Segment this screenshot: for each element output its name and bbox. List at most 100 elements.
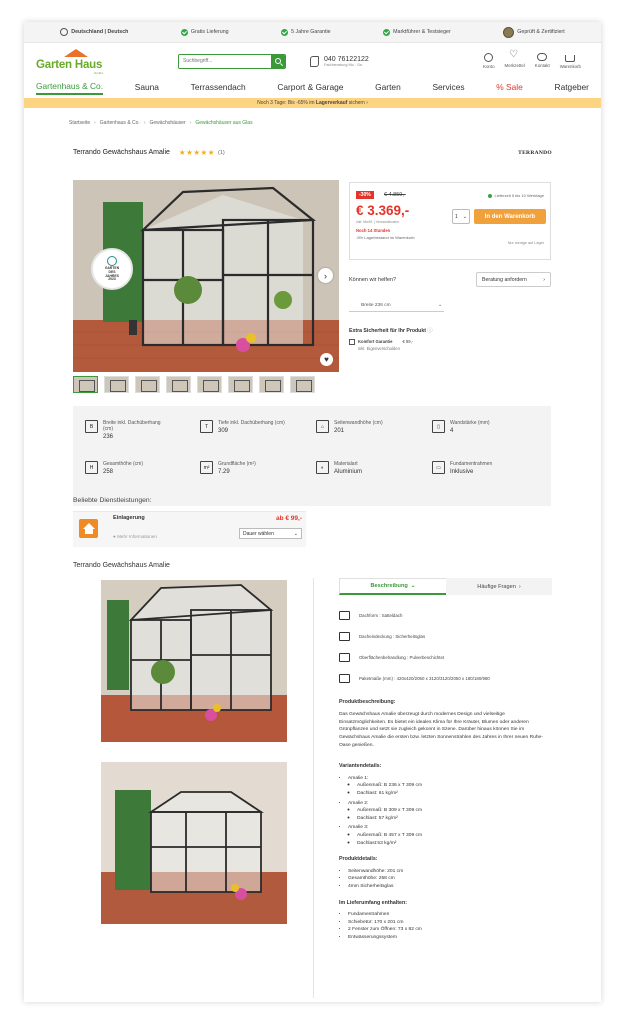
nav-ratgeber[interactable]: Ratgeber [555,82,589,94]
thumbnail[interactable] [135,376,160,393]
feature-row: Paketmaße (mm) : 420x420/2050 x 3120/312… [339,674,490,683]
nav-sale[interactable]: % Sale [496,82,523,94]
greenhouse-photo [101,762,287,924]
search-button[interactable] [271,54,285,68]
account-link[interactable]: Konto [483,53,495,69]
tab-beschreibung[interactable]: Beschreibung ⌄ [339,578,446,595]
nav-sauna[interactable]: Sauna [135,82,159,94]
content-tabs: Beschreibung ⌄ Häufige Fragen › [339,578,552,595]
status-dot-icon [488,193,493,198]
warranty-option[interactable]: Komfort Garantie € 99,- inkl. Eigenversch… [349,339,551,351]
phone-icon [310,55,319,67]
product-image-front[interactable] [101,580,287,742]
thumbnail[interactable] [73,376,98,393]
variant-select[interactable]: Breite 236 cm ⌄ [349,301,444,312]
service-name: Einlagerung [113,515,145,521]
feature-row: Dacheindeckung : Sicherheitsglas [339,632,425,641]
column-divider [313,578,314,998]
contact-link[interactable]: Kontakt [535,53,550,69]
section-title: Terrando Gewächshaus Amalie [73,562,170,569]
check-icon [180,28,188,36]
tab-faq[interactable]: Häufige Fragen › [446,578,552,595]
site-logo[interactable]: Garten Haus GmbH [36,46,112,76]
price-box: -30% € 4.859,- € 3.369,- inkl. MwSt. | V… [349,182,551,260]
check-icon [383,28,391,36]
language-selector[interactable]: Deutschland | Deutsch [60,28,128,36]
storage-house-icon [79,519,98,538]
service-card: Einlagerung ab € 99,- ● Mehr Information… [73,511,306,547]
spec-item: m² Grundfläche (m²) 7.29 [200,461,256,475]
area-icon: m² [200,461,213,474]
duration-select[interactable]: Dauer wählen ⌄ [239,528,302,539]
nav-services[interactable]: Services [432,82,464,94]
stock-note: Nur wenige auf Lager [507,241,544,245]
usp-item: Gratis Lieferung [180,28,229,36]
favorite-button[interactable]: ♥ [320,353,333,366]
material-icon: ◐ [316,461,329,474]
breadcrumb-link[interactable]: Startseite [69,120,90,126]
thumbnail[interactable] [104,376,129,393]
chevron-right-icon: › [543,276,545,283]
thumbnail[interactable] [228,376,253,393]
thumbnail[interactable] [290,376,315,393]
nav-gartenhaus[interactable]: Gartenhaus & Co. [36,81,104,95]
breadcrumb-link[interactable]: Gewächshäuser [150,120,186,126]
surface-icon [339,653,350,662]
thumbnail-strip [73,376,339,393]
nav-carport[interactable]: Carport & Garage [277,82,343,94]
quantity-select[interactable]: 1 ⌄ [452,209,470,224]
site-header: Garten Haus GmbH 040 76122122 Fachberatu… [24,43,601,79]
more-info-link[interactable]: ● Mehr Informationen [113,534,157,539]
spec-grid: B Breite inkl. Dachüberhang (cm) 236 T Tief… [73,406,551,506]
wishlist-link[interactable]: Merkzettel [505,49,525,69]
info-icon[interactable]: ⓘ [427,328,432,334]
rating-stars[interactable]: ★★★★★ [179,148,215,157]
promo-banner[interactable]: Noch 3 Tage: Bis -65% im Lagerverkauf si… [24,98,601,108]
top-info-bar: Deutschland | Deutsch Gratis Lieferung 5… [24,22,601,43]
product-title-row: Terrando Gewächshaus Amalie ★★★★★ (1) TE… [24,148,601,157]
breadcrumb: Startseite › Gartenhaus & Co. › Gewächshäu… [69,120,253,126]
product-page: Deutschland | Deutsch Gratis Lieferung 5… [24,22,601,1002]
gallery-next-button[interactable]: › [318,268,333,283]
cart-link[interactable]: Warenkorb [560,53,581,69]
total-height-icon: H [85,461,98,474]
chevron-down-icon: ⌄ [410,583,416,589]
seal-icon [503,26,515,38]
product-image-side[interactable] [101,762,287,924]
countdown-text: Noch 14 Stunden [356,228,391,233]
search-input[interactable] [179,54,271,68]
wall-thickness-icon: ▯ [432,420,445,433]
add-to-cart-button[interactable]: In den Warenkorb [474,209,546,224]
spec-item: ▭ Fundamentrahmen Inklusive [432,461,492,475]
warranty-checkbox[interactable] [349,339,355,345]
phone-contact[interactable]: 040 76122122 Fachberatung Mo - Sa [310,55,369,67]
account-icon [484,53,494,62]
breadcrumb-current: Gewächshäuser aus Glas [195,120,253,126]
thumbnail[interactable] [166,376,191,393]
foundation-icon: ▭ [432,461,445,474]
spec-item: B Breite inkl. Dachüberhang (cm) 236 [85,420,161,440]
roof-shape-icon [339,611,350,620]
service-price: ab € 99,- [275,515,302,522]
nav-terrassendach[interactable]: Terrassendach [191,82,246,94]
rating-count: (1) [218,149,225,156]
chat-icon [537,53,548,61]
spec-item: ▯ Wandstärke (mm) 4 [432,420,490,434]
logo-roof-icon [64,49,88,57]
check-icon [281,28,289,36]
delivery-info: Lieferzeit 5 bis 10 Werktage [488,193,544,198]
services-heading: Beliebte Dienstleistungen: [73,497,152,504]
product-description: Produktbeschreibung: Das Gewächshaus Ama… [339,698,551,950]
nav-garten[interactable]: Garten [375,82,401,94]
extra-security-title: Extra Sicherheit für Ihr Produkt ⓘ [349,328,433,334]
thumbnail[interactable] [259,376,284,393]
spec-item: T Tiefe inkl. Dachüberhang (cm) 309 [200,420,285,434]
request-consultation-button[interactable]: Beratung anfordern › [476,272,551,287]
product-image-main[interactable]: GARTEN DES JAHRES 2023 › ♥ [73,180,339,372]
feature-row: Oberflächenbehandlung : Pulverbeschichte… [339,653,444,662]
thumbnail[interactable] [197,376,222,393]
award-icon [107,255,117,266]
breadcrumb-link[interactable]: Gartenhaus & Co. [100,120,140,126]
search-icon [275,58,281,64]
chevron-down-icon: ⌄ [437,303,442,308]
